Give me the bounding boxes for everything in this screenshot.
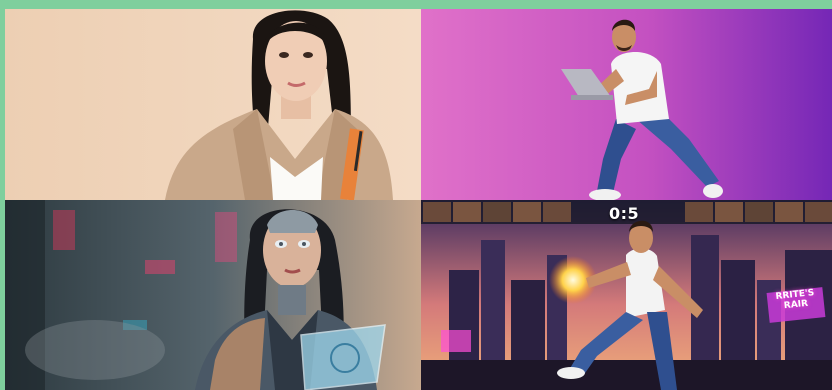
- neon-billboard-text: RRITE'S RAIR: [775, 288, 815, 312]
- tile-cyborg-illustration: [5, 200, 421, 390]
- image-grid: 0:5 RRITE'S RAIR: [5, 9, 832, 390]
- fighter-portraits-right: [685, 202, 832, 222]
- cyborg-illustration: [5, 200, 421, 390]
- round-score: 0:5: [609, 204, 640, 223]
- woman-photo: [5, 9, 421, 200]
- fighter-portraits-left: [423, 202, 571, 222]
- tile-running-man-photo: [421, 9, 832, 200]
- running-man-photo: [421, 9, 832, 200]
- tile-fighting-game-illustration: 0:5 RRITE'S RAIR: [421, 200, 832, 390]
- tile-woman-photo: [5, 9, 421, 200]
